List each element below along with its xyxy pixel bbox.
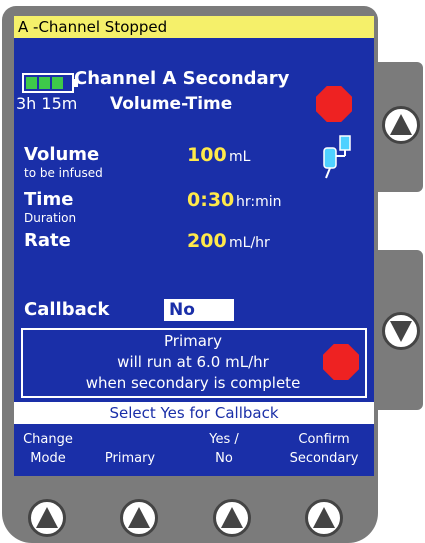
softkey-label-3: Yes / No (209, 432, 239, 466)
mode-label: Volume-Time (110, 94, 233, 114)
battery-time: 3h 15m (16, 94, 78, 113)
channel-title: Channel A Secondary (74, 68, 290, 89)
softkey-button-2[interactable] (120, 499, 158, 537)
up-arrow-icon (313, 507, 335, 528)
down-arrow-icon (390, 321, 412, 342)
pump-screen: A -Channel Stopped Channel A Secondary 3… (14, 16, 374, 476)
up-arrow-icon (390, 114, 412, 135)
iv-bag-icon (320, 134, 360, 182)
up-arrow-icon (36, 507, 58, 528)
scroll-up-button[interactable] (382, 106, 420, 144)
volume-sublabel: to be infused (24, 166, 103, 180)
scroll-down-button[interactable] (382, 312, 420, 350)
softkey-button-1[interactable] (28, 499, 66, 537)
callback-value[interactable]: No (164, 299, 234, 321)
stop-icon (316, 86, 352, 122)
rate-label: Rate (24, 230, 71, 251)
volume-label: Volume (24, 144, 100, 165)
volume-unit: mL (229, 149, 251, 165)
rate-value: 200 (187, 230, 227, 252)
callback-label: Callback (24, 299, 110, 320)
message-box: Primary will run at 6.0 mL/hr when secon… (21, 328, 367, 398)
softkey-button-3[interactable] (213, 499, 251, 537)
up-arrow-icon (128, 507, 150, 528)
rate-unit: mL/hr (229, 235, 270, 251)
message-line-1: Primary (164, 332, 222, 350)
volume-value: 100 (187, 144, 227, 166)
time-sublabel: Duration (24, 211, 77, 225)
softkey-label-1: Change Mode (23, 432, 73, 466)
infusion-pump: A -Channel Stopped Channel A Secondary 3… (0, 0, 425, 543)
status-bar: A -Channel Stopped (14, 16, 374, 38)
softkey-button-4[interactable] (305, 499, 343, 537)
battery-icon (22, 73, 78, 93)
time-value: 0:30 (187, 189, 235, 211)
time-label: Time (24, 189, 74, 210)
time-unit: hr:min (236, 194, 282, 210)
softkey-label-2: Primary (104, 451, 156, 466)
message-line-3: when secondary is complete (85, 374, 301, 392)
message-line-2: will run at 6.0 mL/hr (117, 353, 269, 371)
prompt-bar: Select Yes for Callback (14, 402, 374, 424)
up-arrow-icon (221, 507, 243, 528)
softkey-label-4: Confirm Secondary (289, 432, 359, 466)
